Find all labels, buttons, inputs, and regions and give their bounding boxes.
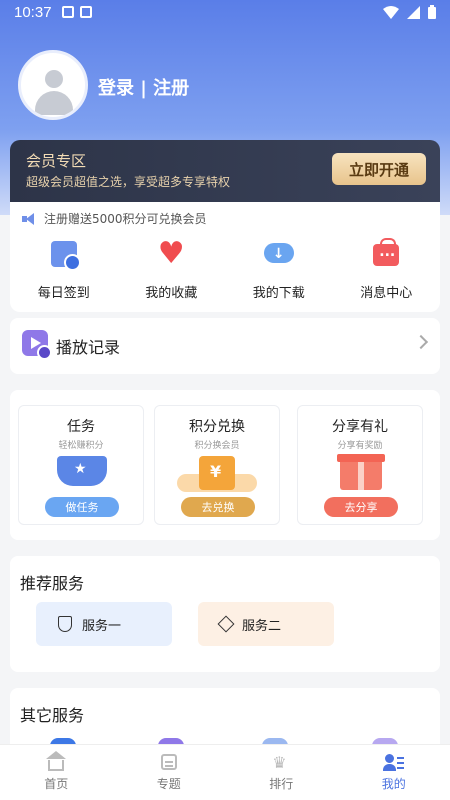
vip-subtitle: 超级会员超值之选，享受超多专享特权	[26, 175, 231, 189]
tab-mine[interactable]: 我的	[338, 745, 450, 800]
login-register-link[interactable]: 登录 | 注册	[98, 74, 189, 100]
service-one-button[interactable]: 服务一	[36, 602, 172, 646]
task-card-share[interactable]: 分享有礼 分享有奖励 去分享	[297, 405, 423, 525]
tasks-card: 任务 轻松赚积分 做任务 积分兑换 积分换会员 去兑换 分享有礼 分享有奖励 去…	[10, 390, 440, 540]
speaker-icon	[22, 212, 38, 225]
chevron-right-icon	[413, 334, 429, 350]
quick-action-checkin[interactable]: 每日签到	[10, 238, 118, 301]
message-bag-icon	[373, 238, 400, 266]
calendar-check-icon	[50, 241, 81, 271]
tab-home[interactable]: 首页	[0, 745, 113, 800]
recommended-services-card: 推荐服务 服务一 服务二	[10, 556, 440, 672]
do-task-button[interactable]: 做任务	[45, 497, 119, 517]
play-history-row[interactable]: 播放记录	[10, 318, 440, 374]
avatar-head-icon	[45, 70, 63, 88]
heart-icon: ♥	[157, 236, 185, 271]
trophy-icon	[57, 456, 107, 486]
tab-label: 专题	[156, 777, 181, 791]
tab-ranking[interactable]: ♛ 排行	[225, 745, 338, 800]
service-label: 服务二	[242, 618, 282, 634]
service-two-button[interactable]: 服务二	[198, 602, 334, 646]
shield-icon	[58, 616, 72, 632]
quick-action-favorites[interactable]: ♥ 我的收藏	[118, 236, 226, 302]
vip-banner: 会员专区 超级会员超值之选，享受超多专享特权 立即开通	[10, 140, 440, 202]
status-bar: 10:37	[0, 0, 450, 26]
home-icon	[46, 751, 67, 771]
profile-icon	[382, 754, 404, 771]
task-card-exchange[interactable]: 积分兑换 积分换会员 去兑换	[154, 405, 280, 525]
topic-icon	[160, 754, 177, 770]
recommended-services-title: 推荐服务	[20, 574, 85, 593]
tab-topics[interactable]: 专题	[113, 745, 226, 800]
notice-bar[interactable]: 注册赠送5000积分可兑换会员	[22, 210, 207, 227]
quick-action-label: 我的收藏	[145, 286, 198, 301]
tab-label: 我的	[381, 777, 406, 791]
vip-title: 会员专区	[26, 152, 87, 170]
avatar-body-icon	[35, 91, 73, 115]
play-history-label: 播放记录	[56, 338, 121, 357]
play-history-icon	[22, 330, 52, 360]
diamond-icon	[217, 615, 235, 633]
wifi-icon	[383, 5, 399, 19]
share-button[interactable]: 去分享	[324, 497, 398, 517]
task-title: 任务	[67, 419, 95, 435]
coin-icon	[199, 456, 235, 490]
other-services-title: 其它服务	[20, 706, 85, 725]
task-card-tasks[interactable]: 任务 轻松赚积分 做任务	[18, 405, 144, 525]
avatar[interactable]	[18, 50, 88, 120]
task-title: 分享有礼	[332, 419, 388, 435]
exchange-button[interactable]: 去兑换	[181, 497, 255, 517]
status-time: 10:37	[14, 4, 52, 21]
quick-action-label: 我的下载	[252, 286, 305, 301]
bottom-tab-bar: 首页 专题 ♛ 排行 我的	[0, 744, 450, 800]
task-title: 积分兑换	[189, 419, 245, 435]
service-label: 服务一	[82, 618, 122, 634]
crown-icon: ♛	[272, 753, 287, 772]
battery-icon	[428, 5, 436, 19]
quick-actions-card: 注册赠送5000积分可兑换会员 每日签到 ♥ 我的收藏 我的下载 消息中心	[10, 202, 440, 312]
status-notification-icons	[62, 6, 92, 18]
quick-action-label: 消息中心	[360, 286, 413, 301]
quick-action-downloads[interactable]: 我的下载	[225, 238, 333, 301]
tab-label: 首页	[44, 777, 69, 791]
task-subtitle: 轻松赚积分	[58, 441, 104, 451]
vip-open-button[interactable]: 立即开通	[332, 153, 426, 185]
quick-actions-row: 每日签到 ♥ 我的收藏 我的下载 消息中心	[10, 238, 440, 301]
notice-text: 注册赠送5000积分可兑换会员	[44, 212, 207, 226]
gift-icon	[337, 454, 385, 490]
cloud-download-icon	[263, 243, 294, 263]
signal-icon	[407, 5, 420, 19]
tab-label: 排行	[269, 777, 294, 791]
task-subtitle: 分享有奖励	[337, 441, 383, 451]
quick-action-label: 每日签到	[37, 286, 90, 301]
status-right-icons	[383, 5, 436, 19]
quick-action-messages[interactable]: 消息中心	[333, 238, 441, 301]
app-notification-icon	[80, 6, 92, 18]
gallery-notification-icon	[62, 6, 74, 18]
task-subtitle: 积分换会员	[194, 441, 240, 451]
